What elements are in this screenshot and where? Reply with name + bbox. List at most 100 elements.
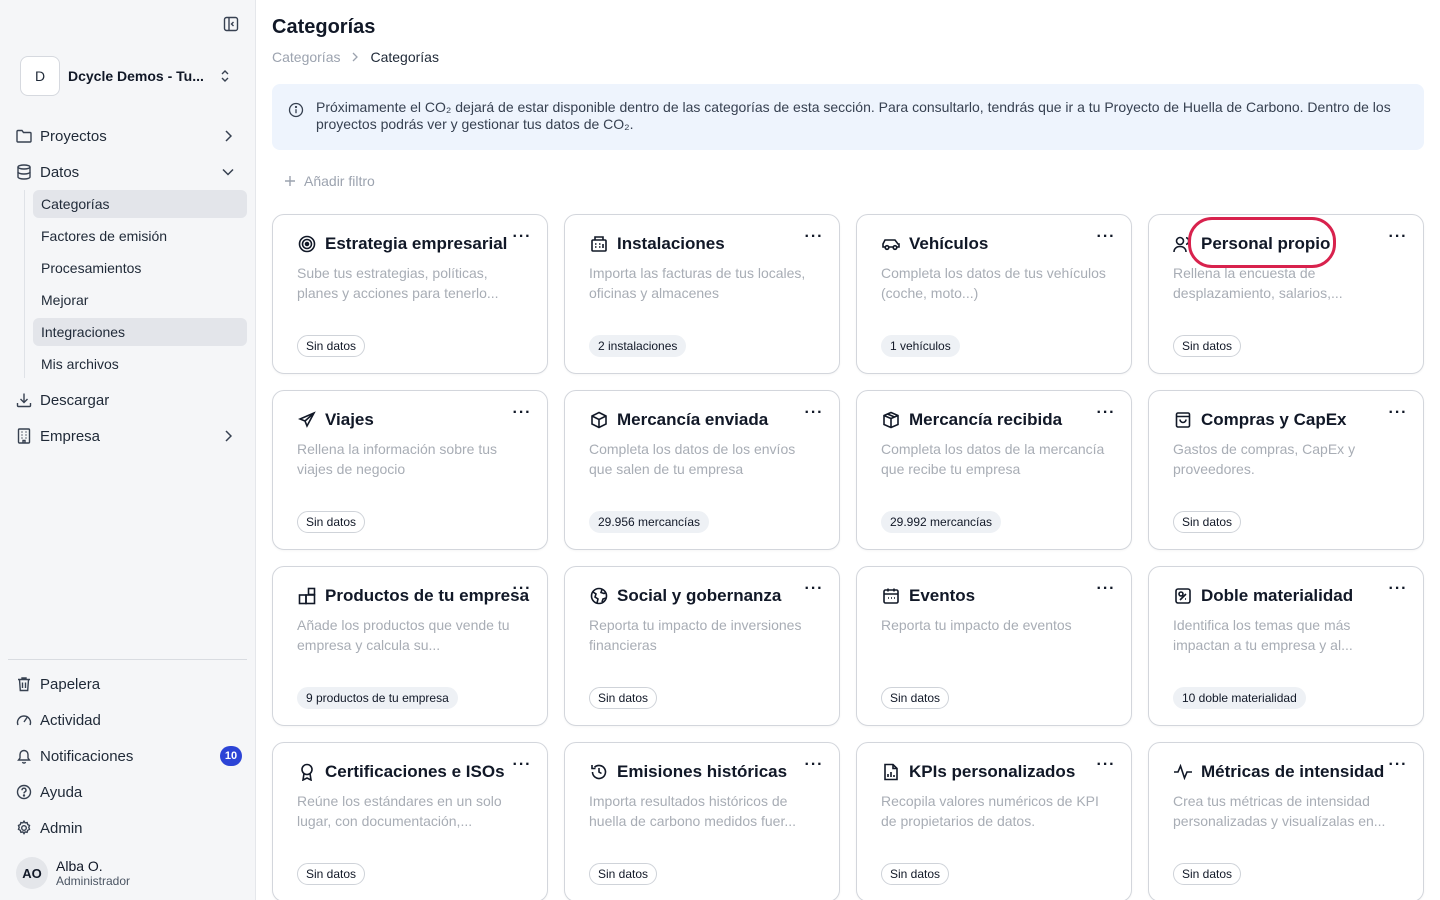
card-header: Mercancía recibida [881, 410, 1062, 430]
more-options-icon[interactable]: ··· [513, 580, 531, 597]
nav-data[interactable]: Datos [16, 158, 244, 186]
category-card[interactable]: Emisiones históricas ··· Importa resultado… [564, 742, 840, 900]
org-switcher[interactable]: D Dcycle Demos - Tu... [20, 56, 244, 96]
nav-trash[interactable]: Papelera [16, 670, 244, 698]
sidebar-collapse-icon[interactable] [222, 16, 240, 32]
more-options-icon[interactable]: ··· [1389, 580, 1407, 597]
card-description: Rellena la información sobre tus viajes … [297, 441, 497, 477]
nav-notifications-label: Notificaciones [40, 747, 134, 765]
chevrons-up-down-icon [218, 67, 232, 85]
globe-icon [589, 586, 609, 606]
card-header: Instalaciones [589, 234, 725, 254]
more-options-icon[interactable]: ··· [1097, 580, 1115, 597]
card-header: Social y gobernanza [589, 586, 781, 606]
card-title: Vehículos [909, 234, 989, 253]
card-title: Social y gobernanza [617, 586, 782, 605]
subnav-my-files[interactable]: Mis archivos [33, 350, 247, 378]
category-card[interactable]: Certificaciones e ISOs ··· Reúne los están… [272, 742, 548, 900]
status-badge: Sin datos [1173, 863, 1242, 885]
more-options-icon[interactable]: ··· [805, 228, 823, 245]
chevron-right-icon [220, 428, 236, 444]
add-filter-button[interactable]: Añadir filtro [284, 173, 375, 189]
nav-trash-label: Papelera [40, 675, 101, 693]
calendar-icon [881, 586, 901, 606]
category-card[interactable]: Social y gobernanza ··· Reporta tu impacto… [564, 566, 840, 726]
category-card[interactable]: Mercancía enviada ··· Completa los datos d… [564, 390, 840, 550]
nav-projects[interactable]: Proyectos [16, 122, 244, 150]
folder-icon [16, 128, 32, 144]
nav-projects-label: Proyectos [40, 127, 107, 145]
breadcrumb-parent[interactable]: Categorías [272, 49, 340, 65]
status-badge: 1 vehículos [881, 335, 960, 357]
more-options-icon[interactable]: ··· [805, 404, 823, 421]
category-card[interactable]: Métricas de intensidad ··· Crea tus métric… [1148, 742, 1424, 900]
user-profile[interactable]: AO Alba O. Administrador [16, 856, 246, 890]
card-header: KPIs personalizados [881, 762, 1075, 782]
sidebar: D Dcycle Demos - Tu... Proyectos Datos C… [0, 0, 256, 900]
nav-notifications[interactable]: Notificaciones 10 [16, 742, 244, 770]
category-card[interactable]: Viajes ··· Rellena la información sobre tu… [272, 390, 548, 550]
shopping-bag-icon [1173, 410, 1193, 430]
category-card[interactable]: Productos de tu empresa ··· Añade los prod… [272, 566, 548, 726]
more-options-icon[interactable]: ··· [513, 756, 531, 773]
nav-activity-label: Actividad [40, 711, 101, 729]
nav-activity[interactable]: Actividad [16, 706, 244, 734]
target-icon [297, 234, 317, 254]
nav-help[interactable]: Ayuda [16, 778, 244, 806]
more-options-icon[interactable]: ··· [513, 404, 531, 421]
status-badge: 10 doble materialidad [1173, 687, 1306, 709]
status-badge: 29.992 mercancías [881, 511, 1002, 533]
category-card[interactable]: Doble materialidad ··· Identifica los tema… [1148, 566, 1424, 726]
org-name: Dcycle Demos - Tu... [68, 68, 204, 84]
more-options-icon[interactable]: ··· [1097, 756, 1115, 773]
products-icon [297, 586, 317, 606]
card-header: Vehículos [881, 234, 988, 254]
card-description: Reporta tu impacto de eventos [881, 617, 1072, 633]
category-card[interactable]: Compras y CapEx ··· Gastos de compras, Cap… [1148, 390, 1424, 550]
info-banner: Próximamente el CO₂ dejará de estar disp… [272, 84, 1424, 150]
category-card[interactable]: Eventos ··· Reporta tu impacto de eventos S… [856, 566, 1132, 726]
category-card[interactable]: Estrategia empresarial ··· Sube tus estrat… [272, 214, 548, 374]
more-options-icon[interactable]: ··· [1389, 756, 1407, 773]
subnav-processing[interactable]: Procesamientos [33, 254, 247, 282]
category-card[interactable]: Personal propio ··· Rellena la encuesta de… [1148, 214, 1424, 374]
more-options-icon[interactable]: ··· [805, 580, 823, 597]
category-card[interactable]: Instalaciones ··· Importa las facturas de … [564, 214, 840, 374]
building-icon [16, 428, 32, 444]
card-title: Personal propio [1201, 234, 1331, 253]
award-icon [297, 762, 317, 782]
subnav-improve[interactable]: Mejorar [33, 286, 247, 314]
subnav-emission-factors[interactable]: Factores de emisión [33, 222, 247, 250]
card-header: Compras y CapEx [1173, 410, 1347, 430]
org-avatar: D [20, 56, 60, 96]
card-description: Rellena la encuesta de desplazamiento, s… [1173, 265, 1343, 301]
status-badge: Sin datos [881, 687, 950, 709]
status-badge: 9 productos de tu empresa [297, 687, 458, 709]
more-options-icon[interactable]: ··· [1389, 228, 1407, 245]
category-card[interactable]: Mercancía recibida ··· Completa los datos … [856, 390, 1132, 550]
card-title: Productos de tu empresa [325, 586, 530, 605]
status-badge: 29.956 mercancías [589, 511, 710, 533]
category-card[interactable]: KPIs personalizados ··· Recopila valores n… [856, 742, 1132, 900]
subnav-integrations[interactable]: Integraciones [33, 318, 247, 346]
card-description: Identifica los temas que más impactan a … [1173, 617, 1353, 653]
nav-download[interactable]: Descargar [16, 386, 244, 414]
nav-company[interactable]: Empresa [16, 422, 244, 450]
file-chart-icon [881, 762, 901, 782]
category-card[interactable]: Vehículos ··· Completa los datos de tus ve… [856, 214, 1132, 374]
car-icon [881, 234, 901, 254]
nav-admin[interactable]: Admin [16, 814, 244, 842]
card-header: Productos de tu empresa [297, 586, 529, 606]
chevron-right-icon [220, 128, 236, 144]
subnav-categories[interactable]: Categorías [33, 190, 247, 218]
card-title: Compras y CapEx [1201, 410, 1347, 429]
more-options-icon[interactable]: ··· [1389, 404, 1407, 421]
more-options-icon[interactable]: ··· [513, 228, 531, 245]
more-options-icon[interactable]: ··· [805, 756, 823, 773]
card-title: Viajes [325, 410, 374, 429]
more-options-icon[interactable]: ··· [1097, 228, 1115, 245]
more-options-icon[interactable]: ··· [1097, 404, 1115, 421]
card-title: Métricas de intensidad [1201, 762, 1385, 781]
gear-icon [16, 820, 32, 836]
status-badge: Sin datos [589, 687, 658, 709]
